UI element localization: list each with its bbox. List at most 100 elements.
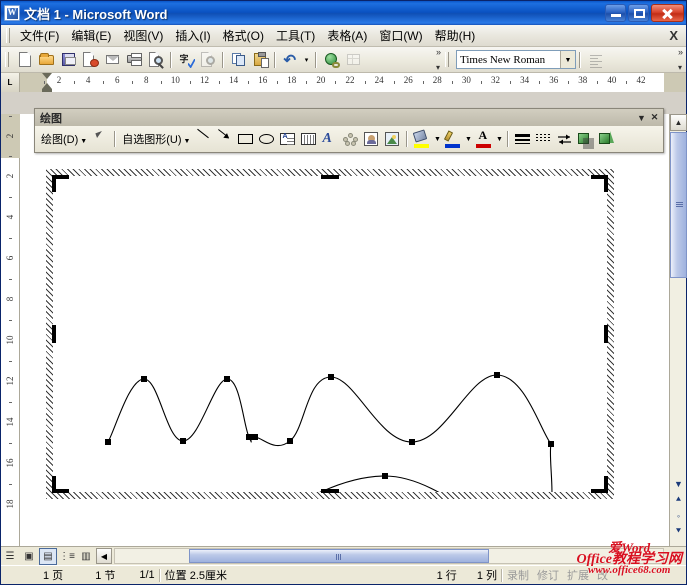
select-browse-object-icon[interactable]: ◦	[670, 507, 687, 524]
toolbar-options-icon[interactable]	[436, 47, 442, 72]
insert-table-icon[interactable]	[342, 49, 364, 71]
shape-vertex-handle[interactable]	[382, 473, 388, 479]
vertical-scrollbar[interactable]: ▲ ▼ ⯅ ◦ ⯆	[669, 114, 687, 546]
autoshapes-menu-button[interactable]: 自选图形(U) ▼	[119, 129, 193, 149]
vertical-text-box-icon[interactable]	[298, 129, 319, 150]
diagram-icon[interactable]	[340, 129, 361, 150]
font-color-dropdown-icon[interactable]: ▼	[494, 129, 504, 150]
canvas-handle-bottom-center[interactable]	[321, 489, 339, 493]
text-box-icon[interactable]	[277, 129, 298, 150]
line-style-icon[interactable]	[512, 129, 533, 150]
shape-vertex-handle[interactable]	[287, 438, 293, 444]
canvas-handle-middle-left[interactable]	[52, 325, 56, 343]
canvas-handle-top-right[interactable]	[604, 175, 608, 192]
clip-art-icon[interactable]	[361, 129, 382, 150]
draw-menu-button[interactable]: 绘图(D) ▼	[38, 129, 90, 149]
oval-icon[interactable]	[256, 129, 277, 150]
line-color-dropdown-icon[interactable]: ▼	[463, 129, 473, 150]
close-icon[interactable]: ✕	[648, 111, 661, 124]
canvas-handle-bottom-right[interactable]	[604, 476, 608, 493]
wordart-icon[interactable]: A	[319, 129, 340, 150]
horizontal-ruler[interactable]: L 2 4 6 8 10 12 14 16 18 20 22 24 26 28 30 32 34 36 38 40 42	[1, 73, 686, 92]
canvas-handle-bottom-left[interactable]	[52, 476, 56, 493]
fill-color-dropdown-icon[interactable]: ▼	[432, 129, 442, 150]
shape-vertex-handle[interactable]	[252, 434, 258, 440]
canvas-handle-top-left[interactable]	[52, 175, 56, 192]
dash-style-icon[interactable]	[533, 129, 554, 150]
maximize-button[interactable]	[628, 4, 649, 22]
freeform-wave-curve[interactable]	[107, 374, 552, 447]
close-document-button[interactable]: X	[669, 28, 678, 43]
paste-icon[interactable]	[249, 49, 271, 71]
reading-layout-view-button[interactable]: ▥	[77, 548, 95, 565]
spelling-grammar-icon[interactable]: 字	[175, 49, 197, 71]
menu-grip[interactable]	[6, 28, 10, 43]
menu-insert[interactable]: 插入(I)	[169, 25, 216, 46]
toolbar-grip[interactable]	[5, 52, 9, 67]
shape-vertex-handle[interactable]	[180, 438, 186, 444]
minimize-button[interactable]	[605, 4, 626, 22]
outline-view-button[interactable]: ⋮≡	[58, 548, 76, 565]
freeform-arc-curve-solid[interactable]	[237, 443, 553, 492]
line-icon[interactable]	[193, 128, 214, 150]
vertical-ruler[interactable]: 2 2 4 6 8 10 12 14 16 18	[1, 114, 20, 546]
menu-file[interactable]: 文件(F)	[14, 25, 65, 46]
print-icon[interactable]	[123, 49, 145, 71]
status-track-changes[interactable]: 修订	[533, 567, 563, 583]
save-icon[interactable]	[57, 49, 79, 71]
canvas-interior[interactable]	[53, 176, 607, 492]
print-layout-view-button[interactable]: ▤	[39, 547, 57, 565]
menu-window[interactable]: 窗口(W)	[373, 25, 428, 46]
formatting-toolbar-grip[interactable]	[445, 52, 449, 67]
select-objects-icon[interactable]	[90, 129, 111, 150]
formatting-toolbar-options-icon[interactable]	[678, 47, 684, 72]
scroll-up-button[interactable]: ▲	[670, 114, 687, 131]
undo-icon[interactable]: ↶	[279, 49, 301, 71]
menu-format[interactable]: 格式(O)	[217, 25, 270, 46]
chevron-down-icon[interactable]: ▼	[560, 51, 575, 68]
fill-color-icon[interactable]	[411, 128, 432, 150]
rectangle-icon[interactable]	[235, 129, 256, 150]
shape-vertex-handle[interactable]	[224, 376, 230, 382]
menu-table[interactable]: 表格(A)	[321, 25, 373, 46]
open-icon[interactable]	[35, 49, 57, 71]
chevron-down-icon[interactable]: ▼	[635, 111, 648, 124]
vertical-scroll-thumb[interactable]	[670, 132, 687, 278]
three-d-style-icon[interactable]	[596, 129, 617, 150]
menu-tools[interactable]: 工具(T)	[270, 25, 321, 46]
new-document-icon[interactable]	[13, 49, 35, 71]
canvas-handle-top-center[interactable]	[321, 175, 339, 179]
web-layout-view-button[interactable]: ▣	[20, 548, 38, 565]
menu-view[interactable]: 视图(V)	[117, 25, 169, 46]
status-overtype[interactable]: 改	[593, 567, 612, 583]
undo-dropdown-icon[interactable]: ▾	[301, 49, 312, 71]
font-name-input[interactable]: Times New Roman ▼	[456, 50, 576, 69]
document-page[interactable]	[20, 114, 669, 546]
shadow-style-icon[interactable]	[575, 129, 596, 150]
mail-recipient-icon[interactable]	[79, 49, 101, 71]
status-record[interactable]: 录制	[503, 567, 533, 583]
shape-vertex-handle[interactable]	[246, 434, 252, 440]
drawing-toolbar[interactable]: 绘图 ▼ ✕ 绘图(D) ▼ 自选图形(U) ▼ A A ▼ ▼ A ▼	[34, 108, 664, 153]
previous-page-icon[interactable]: ⯅	[670, 491, 687, 508]
horizontal-scroll-track[interactable]	[114, 548, 664, 564]
shape-vertex-handle[interactable]	[494, 372, 500, 378]
font-color-icon[interactable]: A	[473, 128, 494, 150]
picture-icon[interactable]	[382, 129, 403, 150]
shape-vertex-handle[interactable]	[409, 439, 415, 445]
scroll-left-button[interactable]: ◀	[96, 548, 112, 564]
menu-edit[interactable]: 编辑(E)	[65, 25, 117, 46]
next-page-icon[interactable]: ⯆	[670, 523, 687, 540]
line-color-icon[interactable]	[442, 129, 463, 150]
close-button[interactable]	[651, 4, 684, 22]
normal-view-button[interactable]: ☰	[1, 548, 19, 565]
drawing-canvas[interactable]	[46, 169, 614, 499]
menu-help[interactable]: 帮助(H)	[429, 25, 482, 46]
shape-vertex-handle[interactable]	[105, 439, 111, 445]
research-icon[interactable]	[197, 49, 219, 71]
status-extend[interactable]: 扩展	[563, 567, 593, 583]
insert-hyperlink-icon[interactable]	[320, 49, 342, 71]
shape-vertex-handle[interactable]	[141, 376, 147, 382]
shape-vertex-handle[interactable]	[328, 374, 334, 380]
arrow-style-icon[interactable]	[554, 129, 575, 150]
